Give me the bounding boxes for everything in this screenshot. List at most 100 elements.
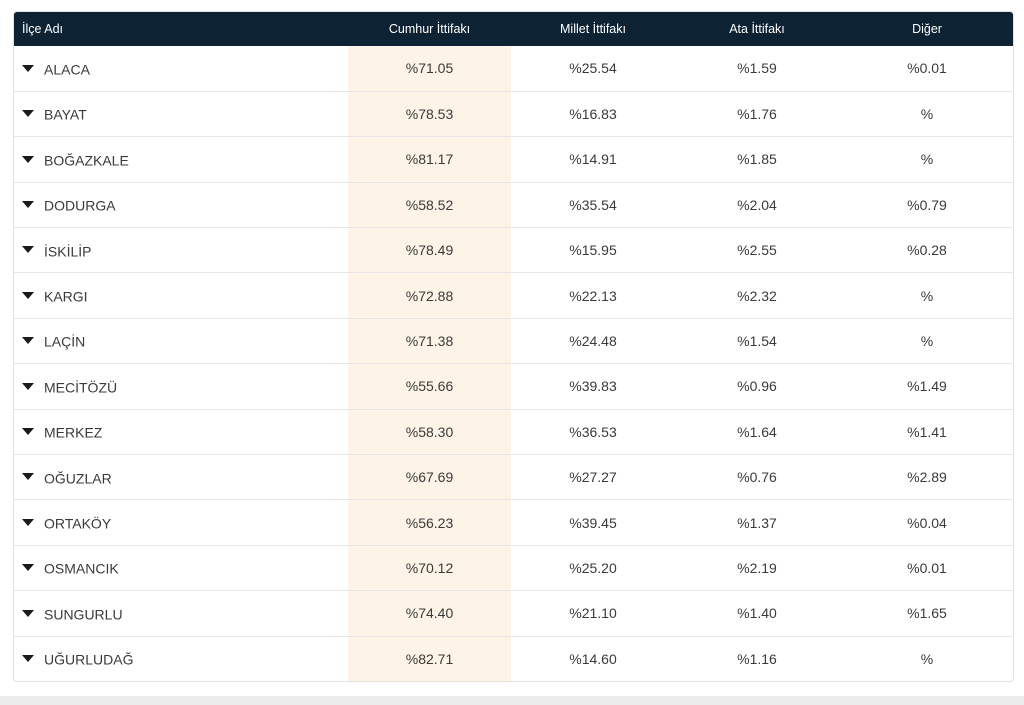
table-row[interactable]: İSKİLİP %78.49 %15.95 %2.55 %0.28 — [14, 227, 1013, 273]
caret-down-icon[interactable] — [22, 382, 34, 390]
caret-down-icon[interactable] — [22, 291, 34, 299]
header-district[interactable]: İlçe Adı — [14, 12, 348, 46]
caret-down-icon[interactable] — [22, 110, 34, 118]
header-diger[interactable]: Diğer — [839, 12, 1013, 46]
cumhur-cell: %58.30 — [348, 409, 511, 455]
caret-down-icon[interactable] — [22, 473, 34, 481]
diger-cell: %0.04 — [907, 514, 947, 531]
table-row[interactable]: MECİTÖZÜ %55.66 %39.83 %0.96 %1.49 — [14, 363, 1013, 410]
ata-cell: %0.76 — [737, 469, 777, 486]
millet-cell: %39.45 — [569, 514, 617, 531]
district-cell[interactable]: ORTAKÖY — [14, 500, 348, 545]
district-cell[interactable]: MECİTÖZÜ — [14, 364, 348, 409]
table-row[interactable]: DODURGA %58.52 %35.54 %2.04 %0.79 — [14, 182, 1013, 228]
district-cell[interactable]: ALACA — [14, 46, 348, 91]
bottom-divider — [0, 696, 1024, 705]
cumhur-cell: %55.66 — [348, 363, 511, 410]
cumhur-cell: %82.71 — [348, 636, 511, 682]
millet-cell: %25.54 — [569, 60, 617, 77]
district-name: MERKEZ — [44, 424, 103, 441]
cumhur-cell: %72.88 — [348, 272, 511, 319]
results-table-container: İlçe Adı Cumhur İttifakı Millet İttifakı… — [13, 11, 1014, 683]
caret-down-icon[interactable] — [22, 655, 34, 663]
cumhur-cell: %70.12 — [348, 545, 511, 591]
district-cell[interactable]: KARGI — [14, 273, 348, 318]
table-row[interactable]: MERKEZ %58.30 %36.53 %1.64 %1.41 — [14, 409, 1013, 455]
millet-cell: %16.83 — [569, 106, 617, 123]
diger-cell: %0.28 — [907, 242, 947, 259]
cumhur-cell: %56.23 — [348, 499, 511, 546]
district-name: ORTAKÖY — [44, 515, 112, 532]
district-cell[interactable]: MERKEZ — [14, 409, 348, 454]
millet-cell: %24.48 — [569, 333, 617, 350]
diger-cell: %1.65 — [907, 605, 947, 622]
table-row[interactable]: ALACA %71.05 %25.54 %1.59 %0.01 — [14, 46, 1013, 92]
district-name: UĞURLUDAĞ — [44, 651, 134, 668]
diger-cell: %1.41 — [907, 423, 947, 440]
ata-cell: %1.37 — [737, 514, 777, 531]
millet-cell: %14.91 — [569, 151, 617, 168]
millet-cell: %36.53 — [569, 423, 617, 440]
ata-cell: %1.59 — [737, 60, 777, 77]
ata-cell: %1.16 — [737, 651, 777, 668]
diger-cell: % — [920, 106, 934, 123]
table-row[interactable]: BOĞAZKALE %81.17 %14.91 %1.85 % — [14, 136, 1013, 183]
caret-down-icon[interactable] — [22, 518, 34, 526]
diger-cell: %2.89 — [907, 469, 947, 486]
caret-down-icon[interactable] — [22, 337, 34, 345]
district-name: LAÇİN — [44, 333, 86, 350]
caret-down-icon[interactable] — [22, 155, 34, 163]
diger-cell: % — [920, 333, 934, 350]
cumhur-cell: %71.05 — [348, 46, 511, 92]
millet-cell: %15.95 — [569, 242, 617, 259]
district-cell[interactable]: İSKİLİP — [14, 228, 348, 273]
caret-down-icon[interactable] — [22, 201, 34, 209]
district-cell[interactable]: LAÇİN — [14, 318, 348, 363]
millet-cell: %21.10 — [569, 605, 617, 622]
district-cell[interactable]: OĞUZLAR — [14, 455, 348, 500]
caret-down-icon[interactable] — [22, 564, 34, 572]
diger-cell: % — [920, 651, 934, 668]
table-row[interactable]: OSMANCIK %70.12 %25.20 %2.19 %0.01 — [14, 545, 1013, 591]
header-cumhur[interactable]: Cumhur İttifakı — [348, 12, 511, 46]
table-header: İlçe Adı Cumhur İttifakı Millet İttifakı… — [14, 12, 1013, 46]
table-row[interactable]: LAÇİN %71.38 %24.48 %1.54 % — [14, 318, 1013, 364]
ata-cell: %2.04 — [737, 196, 777, 213]
ata-cell: %1.54 — [737, 333, 777, 350]
district-name: SUNGURLU — [44, 606, 123, 623]
ata-cell: %2.32 — [737, 287, 777, 304]
district-name: OSMANCIK — [44, 560, 119, 577]
ata-cell: %2.19 — [737, 559, 777, 576]
millet-cell: %22.13 — [569, 287, 617, 304]
header-ata[interactable]: Ata İttifakı — [675, 12, 839, 46]
header-row: İlçe Adı Cumhur İttifakı Millet İttifakı… — [14, 12, 1013, 46]
table-row[interactable]: ORTAKÖY %56.23 %39.45 %1.37 %0.04 — [14, 499, 1013, 546]
millet-cell: %39.83 — [569, 378, 617, 395]
results-table: İlçe Adı Cumhur İttifakı Millet İttifakı… — [14, 12, 1013, 682]
table-row[interactable]: KARGI %72.88 %22.13 %2.32 % — [14, 272, 1013, 319]
district-cell[interactable]: BAYAT — [14, 91, 348, 136]
district-cell[interactable]: OSMANCIK — [14, 545, 348, 590]
cumhur-cell: %74.40 — [348, 590, 511, 637]
header-millet[interactable]: Millet İttifakı — [511, 12, 675, 46]
table-row[interactable]: OĞUZLAR %67.69 %27.27 %0.76 %2.89 — [14, 454, 1013, 500]
cumhur-cell: %71.38 — [348, 318, 511, 364]
district-name: BOĞAZKALE — [44, 152, 129, 169]
caret-down-icon[interactable] — [22, 64, 34, 72]
district-cell[interactable]: DODURGA — [14, 182, 348, 227]
district-name: MECİTÖZÜ — [44, 379, 118, 396]
caret-down-icon[interactable] — [22, 246, 34, 254]
table-row[interactable]: SUNGURLU %74.40 %21.10 %1.40 %1.65 — [14, 590, 1013, 637]
cumhur-cell: %78.53 — [348, 91, 511, 137]
district-cell[interactable]: UĞURLUDAĞ — [14, 636, 348, 681]
cumhur-cell: %81.17 — [348, 136, 511, 183]
district-cell[interactable]: BOĞAZKALE — [14, 137, 348, 182]
district-name: BAYAT — [44, 106, 87, 123]
caret-down-icon[interactable] — [22, 609, 34, 617]
table-row[interactable]: UĞURLUDAĞ %82.71 %14.60 %1.16 % — [14, 636, 1013, 682]
ata-cell: %2.55 — [737, 242, 777, 259]
district-cell[interactable]: SUNGURLU — [14, 591, 348, 636]
caret-down-icon[interactable] — [22, 427, 34, 435]
cumhur-cell: %78.49 — [348, 227, 511, 273]
table-row[interactable]: BAYAT %78.53 %16.83 %1.76 % — [14, 91, 1013, 137]
